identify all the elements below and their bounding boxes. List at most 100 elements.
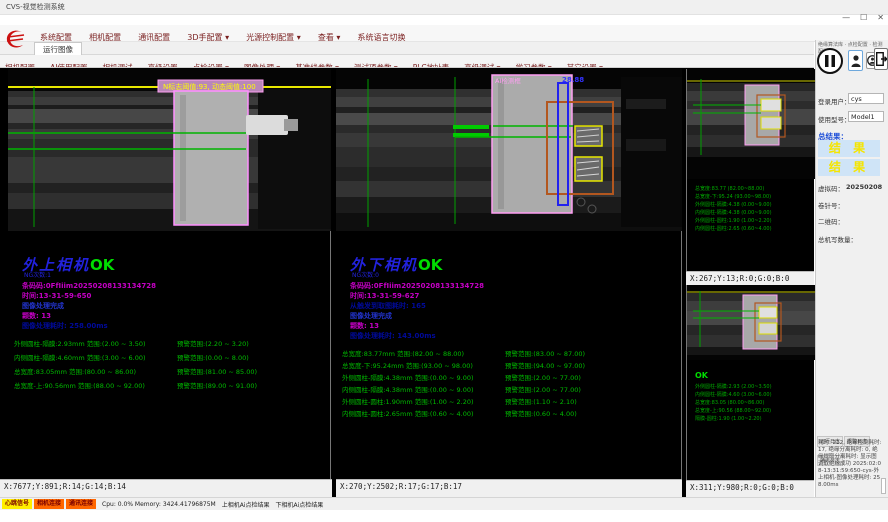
ng-count-note: NG次数:1	[24, 270, 51, 279]
camera-connect-badge: 相机连接	[34, 499, 64, 509]
measurement-row: 内侧圆柱-圆柱:2.65mm 范围:(0.60 ~ 4.00) 预警范围:(0.…	[342, 408, 687, 418]
foil-box-1	[759, 307, 777, 318]
user-icon	[851, 54, 861, 68]
heartbeat-badge: 心跳信号	[2, 499, 32, 509]
grab-time-line: 从触发到取图耗时: 165	[350, 301, 426, 311]
tab-run-image[interactable]: 运行图像	[34, 42, 82, 55]
tool-test-params[interactable]: 测试项参数 ▾	[349, 60, 403, 68]
tool-plc-address[interactable]: PLC地址表	[408, 60, 454, 68]
measurement-warn-range: 预警范围:(81.00 ~ 85.00)	[177, 366, 257, 376]
menu-system-config[interactable]: 系统配置	[34, 28, 78, 43]
process-status-line: 图像处理完成	[350, 311, 392, 321]
maximize-icon[interactable]: ☐	[860, 13, 867, 22]
measurement-value: 外侧圆柱-隔膜:2.93mm 范围:(2.00 ~ 3.50)	[14, 340, 146, 348]
tool-learning-params[interactable]: 学习参数 ▾	[511, 60, 557, 68]
menu-3d-config[interactable]: 3D手配置 ▾	[181, 28, 235, 43]
camera-view-upper[interactable]: N标志阈值:93, 动态阈值:100 外上相机OK NG次数:1 条码码:0Ff…	[8, 69, 331, 480]
model-label: 使用型号：	[818, 114, 851, 124]
window-title: CVS-视觉检测系统	[6, 3, 65, 11]
tool-advanced-debug[interactable]: 高级调试 ▾	[459, 60, 505, 68]
tiny-measure-line: 总宽度:83.05 (80.00~86.00)	[695, 399, 772, 407]
ng-count-note: NG次数:0	[352, 270, 379, 279]
measurement-row: 外侧圆柱-圆柱:1.90mm 范围:(1.00 ~ 2.20) 预警范围:(1.…	[342, 396, 687, 406]
tiny-measure-line: 外侧圆柱-圆柱:1.90 (1.00~2.20)	[695, 217, 772, 225]
camera-image-side-top[interactable]	[687, 69, 815, 179]
measurement-value: 总宽度:83.77mm 范围:(82.00 ~ 88.00)	[342, 350, 464, 358]
login-user-button[interactable]	[848, 50, 863, 71]
menu-camera-config[interactable]: 相机配置	[83, 28, 127, 43]
tool-advanced-settings[interactable]: 高级设置	[143, 60, 183, 68]
minimize-icon[interactable]: —	[842, 13, 850, 22]
tool-other-settings[interactable]: 其它设置 ▾	[562, 60, 608, 68]
threshold-overlay-text: N标志阈值:93, 动态阈值:100	[163, 82, 256, 91]
main-view-area: N标志阈值:93, 动态阈值:100 外上相机OK NG次数:1 条码码:0Ff…	[0, 68, 814, 497]
pause-button[interactable]	[817, 48, 843, 74]
tiny-measure-line: 内侧圆柱-隔膜:4.38 (0.00~9.00)	[695, 209, 772, 217]
tab-run-image-label: 运行图像	[43, 45, 73, 54]
tool-camera-debug[interactable]: 相机调试	[98, 60, 138, 68]
tool-baseline-params[interactable]: 基准线参数 ▾	[290, 60, 344, 68]
measurement-value: 外侧圆柱-隔膜:4.38mm 范围:(0.00 ~ 9.00)	[342, 374, 474, 382]
barcode-line: 条码码:0FfIiim20250208133134728	[22, 281, 156, 291]
camera-view-side-bottom[interactable]: OK 外侧圆柱-隔膜:2.93 (2.00~3.50) 内侧圆柱-隔膜:4.60…	[686, 285, 814, 480]
barcode-line: 条码码:0FfIiim20250208133134728	[350, 281, 484, 291]
measurement-warn-range: 预警范围:(1.10 ~ 2.10)	[505, 396, 577, 406]
elapsed-line: 图像处理耗时: 258.00ms	[22, 321, 108, 331]
time-line: 时间:13-31-59-650	[22, 291, 91, 301]
menu-view[interactable]: 查看 ▾	[312, 28, 347, 43]
measurement-warn-range: 预警范围:(0.60 ~ 4.00)	[505, 408, 577, 418]
menu-language-switch[interactable]: 系统语言切换	[352, 28, 412, 43]
camera-image-upper[interactable]: N标志阈值:93, 动态阈值:100	[8, 69, 331, 231]
virtual-code-label: 虚拟码：	[818, 183, 844, 193]
log-text: 耗时: 222, 绝缘检测耗时: 17, 绝缘分离耗时: 0, 绝缘提取分离耗时…	[818, 440, 882, 489]
login-user-field[interactable]: cys	[848, 93, 884, 104]
tool-ai-config[interactable]: AI使用配置	[45, 60, 92, 68]
count-line: 颗数: 13	[350, 321, 379, 331]
measurement-value: 内侧圆柱-圆柱:2.65mm 范围:(0.60 ~ 4.00)	[342, 410, 474, 418]
measurement-value: 总宽度-上:90.56mm 范围:(88.00 ~ 92.00)	[14, 382, 145, 390]
roi-rect-pink	[745, 85, 779, 145]
cursor-info-upper: X:7677;Y:891;R:14;G:14;B:14	[0, 479, 332, 497]
measurement-row: 总宽度:83.77mm 范围:(82.00 ~ 88.00) 预警范围:(83.…	[342, 348, 687, 358]
tool-spotcheck-settings[interactable]: 点检设置 ▾	[188, 60, 234, 68]
tool-image-processing[interactable]: 图像处理 ▾	[239, 60, 285, 68]
measurement-warn-range: 预警范围:(83.00 ~ 87.00)	[505, 348, 585, 358]
model-field[interactable]: Model1	[848, 111, 884, 122]
cursor-info-lower: X:270;Y:2502;R:17;G:17;B:17	[336, 479, 682, 497]
measurement-value: 内侧圆柱-隔膜:4.60mm 范围:(3.00 ~ 6.00)	[14, 354, 146, 362]
exit-door-icon	[876, 52, 887, 66]
virtual-code-value: 20250208	[846, 183, 882, 191]
qr-code-label: 二维码：	[818, 216, 844, 226]
exit-button[interactable]	[874, 48, 888, 70]
menu-comm-config[interactable]: 通讯配置	[132, 28, 176, 43]
close-icon[interactable]: ✕	[877, 13, 884, 22]
measurement-warn-range: 预警范围:(2.00 ~ 77.00)	[505, 372, 581, 382]
tool-camera-config[interactable]: 相机配置	[0, 60, 40, 68]
measurement-row: 外侧圆柱-隔膜:4.38mm 范围:(0.00 ~ 9.00) 预警范围:(2.…	[342, 372, 687, 382]
side-bottom-readings: 外侧圆柱-隔膜:2.93 (2.00~3.50) 内侧圆柱-隔膜:4.60 (3…	[695, 383, 772, 423]
camera-view-lower[interactable]: AI检测框 28.88 外下相机OK NG次数:0 条码码:0FfIiim202…	[336, 69, 682, 480]
camera-image-lower[interactable]: AI检测框 28.88	[336, 69, 682, 231]
side-top-readings: 总宽度:83.77 (82.00~88.00) 总宽度-下:95.24 (93.…	[695, 185, 772, 233]
measurement-row: 内侧圆柱-隔膜:4.38mm 范围:(0.00 ~ 9.00) 预警范围:(2.…	[342, 384, 687, 394]
camera-image-side-bottom[interactable]	[687, 285, 815, 360]
title-bar: CVS-视觉检测系统	[0, 0, 888, 15]
tiny-measure-line: 内侧圆柱-圆柱:2.65 (0.60~4.00)	[695, 225, 772, 233]
measurement-warn-range: 预警范围:(0.00 ~ 8.00)	[177, 352, 249, 362]
log-scrollbar[interactable]	[881, 478, 886, 494]
result-ok-label: OK	[418, 256, 442, 274]
tiny-measure-line: 内侧圆柱-隔膜:4.60 (3.00~6.00)	[695, 391, 772, 399]
write-count-label: 总机写数量：	[818, 234, 857, 244]
tiny-measure-line: 外侧圆柱-隔膜:2.93 (2.00~3.50)	[695, 383, 772, 391]
tiny-measure-line: 总宽度-上:90.56 (88.00~92.00)	[695, 407, 772, 415]
foil-box-2	[761, 117, 781, 129]
process-status-line: 图像处理完成	[22, 301, 64, 311]
result-box-2: 结 果	[818, 159, 880, 176]
menu-bar: 系统配置 相机配置 通讯配置 3D手配置 ▾ 光源控制配置 ▾ 查看 ▾ 系统语…	[0, 25, 888, 42]
count-line: 颗数: 13	[22, 311, 51, 321]
menu-light-config[interactable]: 光源控制配置 ▾	[240, 28, 307, 43]
result-box-1: 结 果	[818, 140, 880, 157]
camera-view-side-top[interactable]: 总宽度:83.77 (82.00~88.00) 总宽度-下:95.24 (93.…	[686, 69, 814, 271]
measurement-row: 内侧圆柱-隔膜:4.60mm 范围:(3.00 ~ 6.00) 预警范围:(0.…	[14, 352, 336, 362]
ai-check-bottom-text: 下相机Ai点检结果	[276, 500, 324, 509]
